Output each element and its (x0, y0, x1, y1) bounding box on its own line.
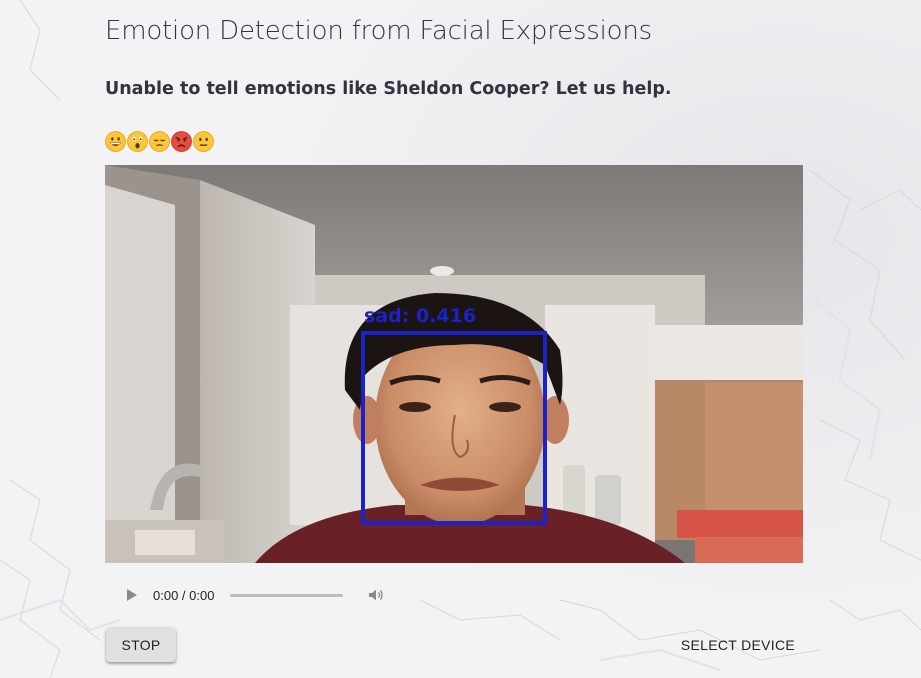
astonished-face-icon (127, 131, 148, 152)
webcam-video: sad: 0.416 (105, 165, 803, 563)
audio-player: 0:00 / 0:00 (113, 580, 403, 610)
audio-time: 0:00 / 0:00 (153, 587, 215, 603)
pensive-face-icon (149, 131, 170, 152)
emoji-row (105, 131, 214, 152)
audio-seek-bar[interactable] (230, 593, 344, 597)
detection-label: sad: 0.416 (364, 305, 476, 327)
volume-icon[interactable] (367, 586, 385, 604)
pouting-face-icon (171, 131, 192, 152)
page-subtitle: Unable to tell emotions like Sheldon Coo… (105, 79, 672, 99)
grinning-face-icon (105, 131, 126, 152)
page-title: Emotion Detection from Facial Expression… (105, 16, 652, 46)
select-device-button[interactable]: SELECT DEVICE (681, 627, 795, 662)
neutral-face-icon (193, 131, 214, 152)
stop-button[interactable]: STOP (106, 627, 176, 662)
play-icon[interactable] (127, 589, 137, 601)
